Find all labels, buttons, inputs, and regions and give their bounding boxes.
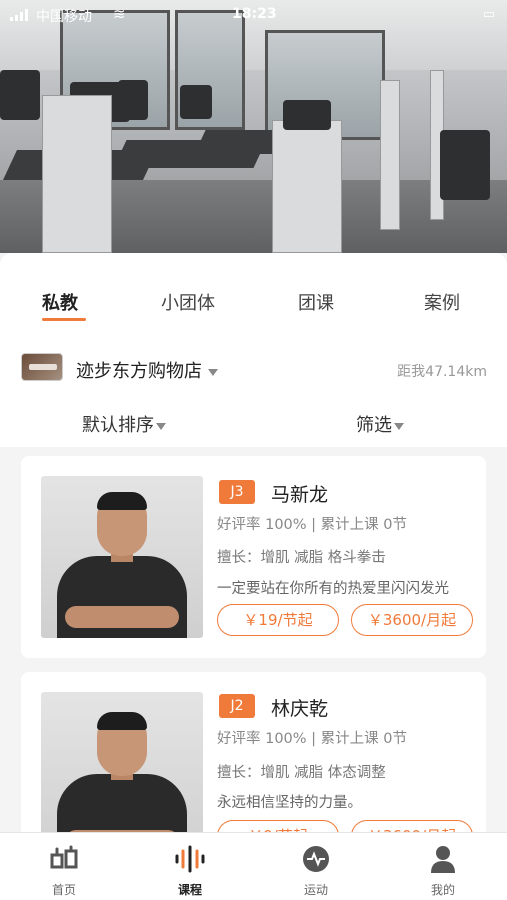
coach-skills: 擅长：增肌 减脂 体态调整 xyxy=(217,765,386,781)
coach-name: 林庆乾 xyxy=(271,698,329,720)
signal-icon xyxy=(10,9,32,21)
active-tab-indicator xyxy=(42,318,86,321)
coach-level-badge: J2 xyxy=(219,694,255,718)
coach-photo xyxy=(41,476,203,638)
price-per-session-button[interactable]: ￥19/节起 xyxy=(217,604,339,636)
filter-button[interactable]: 筛选 xyxy=(356,411,404,437)
chevron-down-icon xyxy=(394,422,404,430)
coach-name: 马新龙 xyxy=(271,484,329,506)
coach-motto: 一定要站在你所有的热爱里闪闪发光 xyxy=(217,581,449,597)
coach-stats: 好评率 100% | 累计上课 0节 xyxy=(217,517,408,533)
course-wave-icon xyxy=(175,845,205,873)
nav-mine[interactable]: 我的 xyxy=(393,833,493,900)
tab-private[interactable]: 私教 xyxy=(42,289,78,315)
price-per-month-button[interactable]: ￥3600/月起 xyxy=(351,604,473,636)
tab-cases[interactable]: 案例 xyxy=(424,289,460,315)
nav-course[interactable]: 课程 xyxy=(140,833,240,900)
store-distance: 距我47.14km xyxy=(397,364,487,380)
nav-sport[interactable]: 运动 xyxy=(266,833,366,900)
sort-default-button[interactable]: 默认排序 xyxy=(82,411,166,437)
carrier-label: 中国移动 xyxy=(36,9,92,25)
chevron-down-icon xyxy=(156,422,166,430)
home-logo-icon xyxy=(50,845,78,869)
sort-bar xyxy=(0,403,507,447)
coach-stats: 好评率 100% | 累计上课 0节 xyxy=(217,731,408,747)
tab-group-class[interactable]: 团课 xyxy=(298,289,334,315)
wifi-icon: ≋ xyxy=(113,5,126,23)
store-name-dropdown[interactable]: 迹步东方购物店 xyxy=(76,357,218,383)
chevron-down-icon xyxy=(208,368,218,376)
status-bar: 中国移动 ≋ 18:23 ▭ xyxy=(0,0,507,30)
activity-pulse-icon xyxy=(303,846,329,872)
tab-small-group[interactable]: 小团体 xyxy=(161,289,215,315)
store-logo xyxy=(21,353,63,381)
battery-icon: ▭ xyxy=(482,7,495,22)
nav-home[interactable]: 首页 xyxy=(14,833,114,900)
profile-icon xyxy=(431,846,455,873)
clock: 18:23 xyxy=(232,6,277,22)
bottom-tab-bar: 首页 课程 运动 我的 xyxy=(0,832,507,900)
category-tabs: 私教 小团体 团课 案例 xyxy=(0,253,507,333)
coach-motto: 永远相信坚持的力量。 xyxy=(217,795,362,811)
content-sheet: 私教 小团体 团课 案例 迹步东方购物店 距我47.14km 默认排序 筛选 J… xyxy=(0,253,507,900)
coach-card[interactable]: J3 马新龙 好评率 100% | 累计上课 0节 擅长：增肌 减脂 格斗拳击 … xyxy=(21,456,486,658)
coach-skills: 擅长：增肌 减脂 格斗拳击 xyxy=(217,550,386,566)
gym-banner-image xyxy=(0,0,507,253)
coach-level-badge: J3 xyxy=(219,480,255,504)
